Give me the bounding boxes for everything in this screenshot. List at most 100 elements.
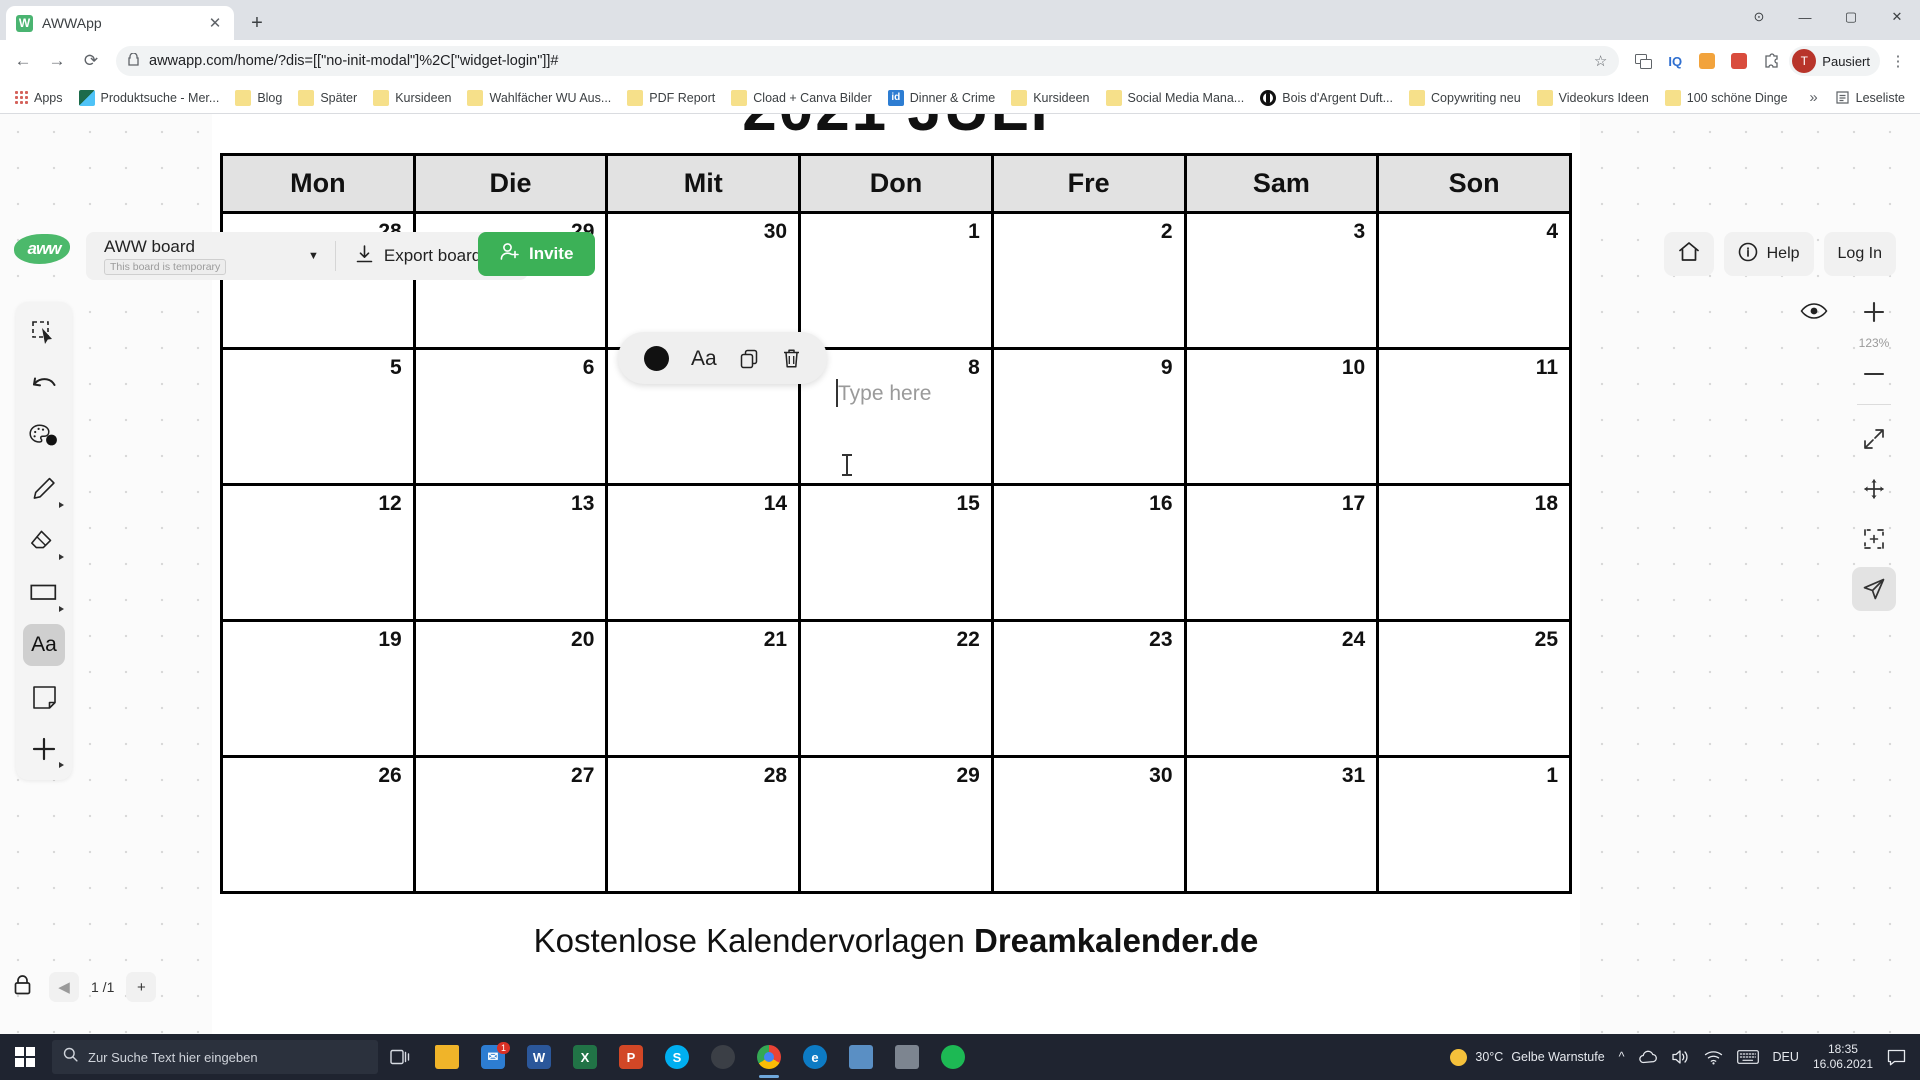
calendar-day-cell[interactable]: 24 — [1183, 619, 1380, 758]
bookmark-blog[interactable]: Blog — [228, 87, 289, 109]
keyboard-icon[interactable] — [1736, 1050, 1759, 1064]
clock-widget[interactable]: 18:35 16.06.2021 — [1813, 1042, 1873, 1072]
browser-menu-icon[interactable]: ⋮ — [1884, 47, 1912, 75]
color-tool[interactable] — [23, 416, 65, 458]
calendar-day-cell[interactable]: 28 — [605, 755, 802, 894]
taskbar-app-edge[interactable]: e — [792, 1034, 838, 1080]
extension-icon-red[interactable] — [1725, 47, 1753, 75]
calendar-day-cell[interactable]: 1 — [798, 211, 994, 350]
text-tool[interactable]: Aa — [23, 624, 65, 666]
shape-tool[interactable] — [23, 572, 65, 614]
maximize-button[interactable]: ▢ — [1828, 0, 1874, 34]
visibility-toggle-button[interactable] — [1800, 302, 1828, 325]
start-button[interactable] — [0, 1034, 50, 1080]
calendar-day-cell[interactable]: 9 — [990, 347, 1187, 486]
taskbar-app-skype[interactable]: S — [654, 1034, 700, 1080]
weather-widget[interactable]: 30°C Gelbe Warnstufe — [1450, 1048, 1605, 1066]
forward-icon[interactable]: → — [42, 46, 72, 76]
notification-icon[interactable] — [1887, 1049, 1906, 1066]
bookmark-bois-dargent[interactable]: Bois d'Argent Duft... — [1253, 87, 1400, 109]
calendar-day-cell[interactable]: 13 — [412, 483, 609, 622]
focus-button[interactable] — [1852, 517, 1896, 561]
taskbar-app-file-explorer[interactable] — [424, 1034, 470, 1080]
chevron-right-icon[interactable] — [59, 554, 64, 560]
back-icon[interactable]: ← — [8, 46, 38, 76]
login-button[interactable]: Log In — [1823, 232, 1896, 276]
extension-icon-orange[interactable] — [1693, 47, 1721, 75]
calendar-day-cell[interactable]: 8 — [798, 347, 994, 486]
reload-icon[interactable]: ⟳ — [76, 46, 106, 76]
calendar-day-cell[interactable]: 30 — [605, 211, 802, 350]
chevron-right-icon[interactable] — [59, 606, 64, 612]
taskbar-app-extra[interactable] — [884, 1034, 930, 1080]
taskbar-app-spotify[interactable] — [930, 1034, 976, 1080]
calendar-day-cell[interactable]: 30 — [990, 755, 1187, 894]
invite-button[interactable]: Invite — [478, 232, 596, 276]
calendar-day-cell[interactable]: 18 — [1376, 483, 1572, 622]
add-page-button[interactable]: + — [126, 972, 157, 1002]
calendar-day-cell[interactable]: 20 — [412, 619, 609, 758]
calendar-day-cell[interactable]: 16 — [990, 483, 1187, 622]
bookmark-copywriting[interactable]: Copywriting neu — [1402, 87, 1528, 109]
pan-button[interactable] — [1852, 467, 1896, 511]
fit-to-screen-button[interactable] — [1852, 417, 1896, 461]
home-button[interactable] — [1663, 232, 1714, 276]
bookmark-dinner-crime[interactable]: id Dinner & Crime — [881, 87, 1002, 109]
tray-expand-icon[interactable]: ^ — [1619, 1050, 1625, 1064]
calendar-day-cell[interactable]: 3 — [1183, 211, 1380, 350]
bookmark-wahlfaecher[interactable]: Wahlfächer WU Aus... — [460, 87, 618, 109]
bookmark-cload-canva[interactable]: Cload + Canva Bilder — [724, 87, 878, 109]
select-tool[interactable] — [23, 312, 65, 354]
eraser-tool[interactable] — [23, 520, 65, 562]
text-placeholder[interactable]: Type here — [838, 382, 931, 406]
calendar-day-cell[interactable]: 12 — [220, 483, 416, 622]
wifi-icon[interactable] — [1704, 1050, 1723, 1065]
calendar-day-cell[interactable]: 23 — [990, 619, 1187, 758]
taskbar-app-chrome[interactable] — [746, 1034, 792, 1080]
taskbar-app-photos[interactable] — [838, 1034, 884, 1080]
calendar-day-cell[interactable]: 10 — [1183, 347, 1380, 486]
calendar-day-cell[interactable]: 17 — [1183, 483, 1380, 622]
taskbar-app-browser-other[interactable] — [700, 1034, 746, 1080]
puzzle-icon[interactable] — [1757, 47, 1785, 75]
color-dot-icon[interactable] — [644, 345, 669, 371]
calendar-day-cell[interactable]: 11 — [1376, 347, 1572, 486]
close-icon[interactable]: ✕ — [206, 14, 224, 32]
translate-icon[interactable] — [1629, 47, 1657, 75]
export-board-button[interactable]: Export board — [336, 244, 501, 268]
calendar-day-cell[interactable]: 22 — [798, 619, 994, 758]
taskbar-app-mail[interactable]: ✉ 1 — [470, 1034, 516, 1080]
calendar-day-cell[interactable]: 2 — [990, 211, 1187, 350]
window-close-button[interactable]: ✕ — [1874, 0, 1920, 34]
aww-logo[interactable]: aww — [16, 232, 72, 266]
taskbar-app-excel[interactable]: X — [562, 1034, 608, 1080]
browser-tab-awwapp[interactable]: W AWWApp ✕ — [6, 6, 234, 40]
add-tool[interactable] — [23, 728, 65, 770]
calendar-day-cell[interactable]: 6 — [412, 347, 609, 486]
chevron-right-icon[interactable] — [59, 762, 64, 768]
bookmark-100-schoene-dinge[interactable]: 100 schöne Dinge — [1658, 87, 1795, 109]
iq-extension-icon[interactable]: IQ — [1661, 47, 1689, 75]
duplicate-icon[interactable] — [739, 348, 760, 369]
bookmark-kursideen-1[interactable]: Kursideen — [366, 87, 458, 109]
address-bar[interactable]: awwapp.com/home/?dis=[["no-init-modal"]%… — [116, 46, 1620, 76]
cloud-icon[interactable] — [1638, 1050, 1657, 1065]
calendar-day-cell[interactable]: 31 — [1183, 755, 1380, 894]
chevron-down-icon[interactable]: ▼ — [308, 250, 335, 262]
minimize-button[interactable]: — — [1782, 0, 1828, 34]
taskbar-search-input[interactable]: Zur Suche Text hier eingeben — [52, 1040, 378, 1074]
bookmark-produktsuche[interactable]: Produktsuche - Mer... — [72, 87, 227, 109]
bookmark-spaeter[interactable]: Später — [291, 87, 364, 109]
chevron-right-icon[interactable] — [59, 502, 64, 508]
zoom-out-button[interactable] — [1852, 356, 1896, 392]
calendar-day-cell[interactable]: 21 — [605, 619, 802, 758]
calendar-day-cell[interactable]: 15 — [798, 483, 994, 622]
bookmark-star-icon[interactable]: ☆ — [1594, 52, 1607, 70]
bookmark-pdf-report[interactable]: PDF Report — [620, 87, 722, 109]
calendar-day-cell[interactable]: 19 — [220, 619, 416, 758]
calendar-day-cell[interactable]: 5 — [220, 347, 416, 486]
bookmark-apps[interactable]: Apps — [8, 88, 70, 108]
calendar-day-cell[interactable]: 26 — [220, 755, 416, 894]
taskbar-app-word[interactable]: W — [516, 1034, 562, 1080]
bookmark-social-media[interactable]: Social Media Mana... — [1099, 87, 1252, 109]
